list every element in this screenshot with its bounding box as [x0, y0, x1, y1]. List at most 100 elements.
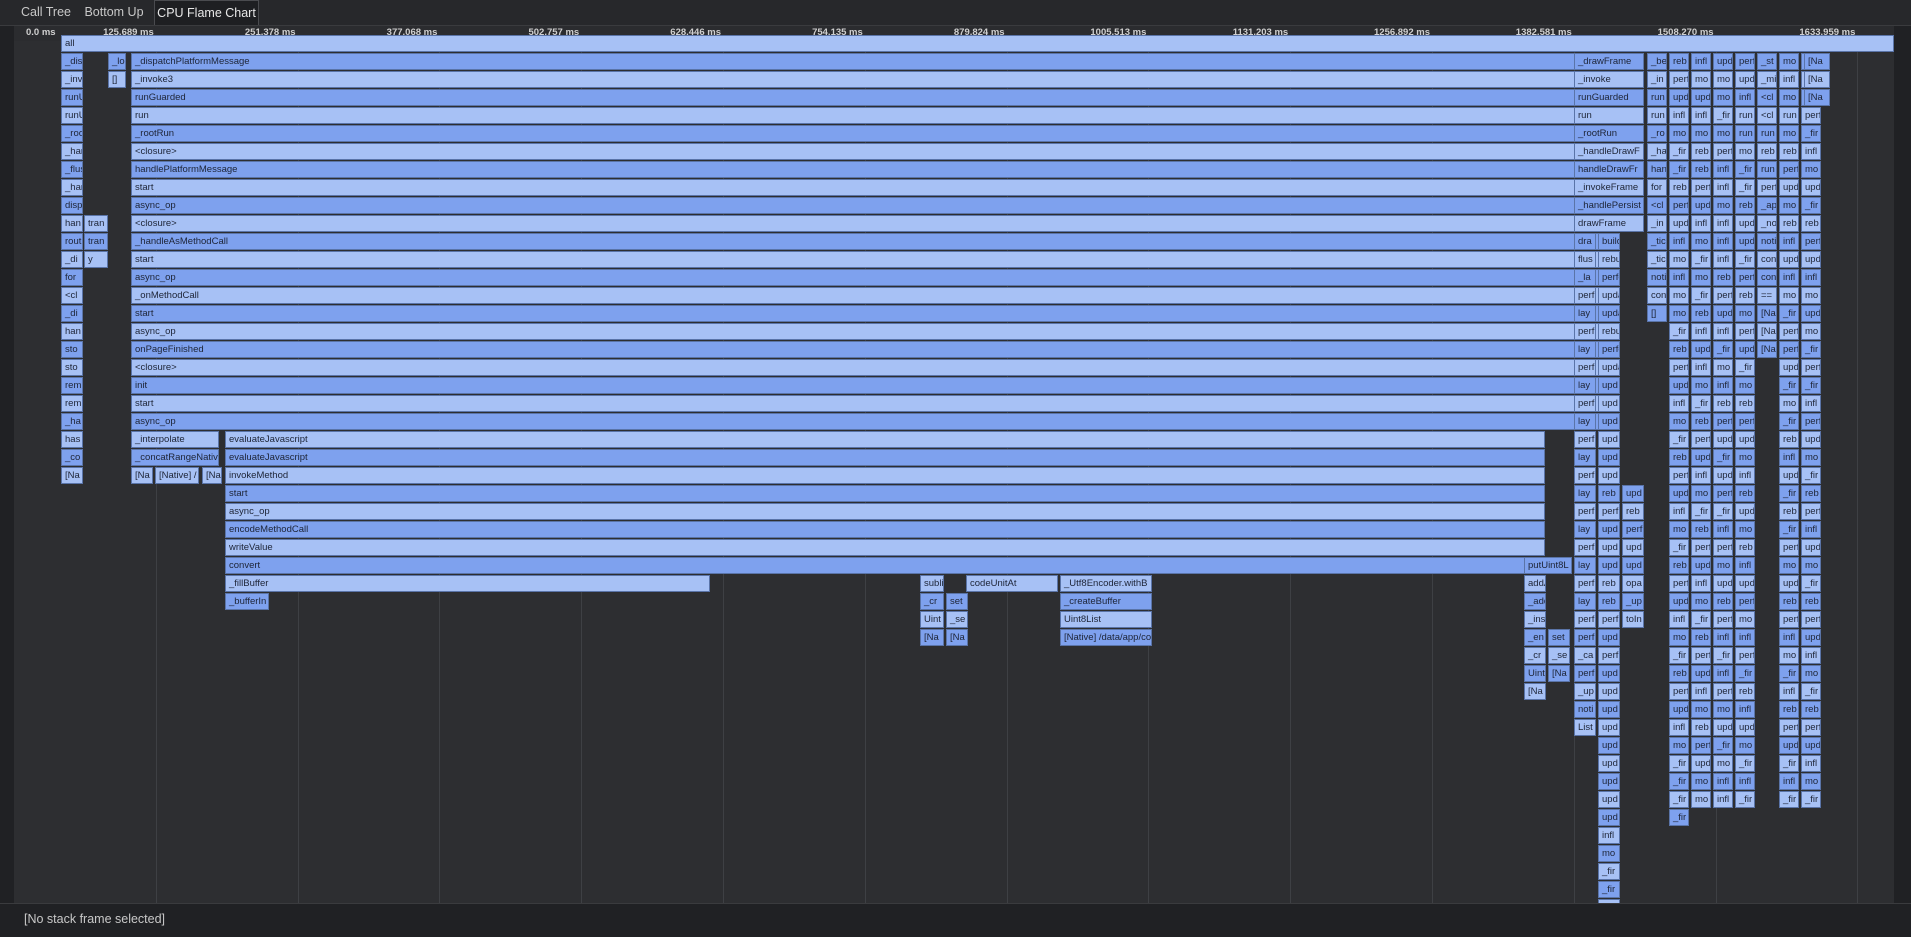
stack-frame[interactable]: reb	[1801, 485, 1821, 502]
stack-frame[interactable]: sublist	[920, 575, 944, 592]
stack-frame[interactable]: tran	[84, 215, 108, 232]
stack-frame[interactable]: reb	[1669, 341, 1689, 358]
tab-call-tree[interactable]: Call Tree	[16, 0, 76, 25]
stack-frame[interactable]: mo	[1691, 377, 1711, 394]
stack-frame[interactable]: _fir	[1779, 377, 1799, 394]
stack-frame[interactable]: start	[131, 305, 1611, 322]
stack-frame[interactable]: handleDrawFr	[1574, 161, 1644, 178]
stack-frame[interactable]: mo	[1691, 269, 1711, 286]
stack-frame[interactable]: Uint8List	[1060, 611, 1152, 628]
stack-frame[interactable]: _fir	[1691, 503, 1711, 520]
stack-frame[interactable]: _tic	[1647, 233, 1667, 250]
stack-frame[interactable]: reb	[1622, 503, 1644, 520]
stack-frame[interactable]: <cl	[1757, 107, 1777, 124]
stack-frame[interactable]: evaluateJavascript	[225, 449, 1545, 466]
stack-frame[interactable]: infl	[1801, 143, 1821, 160]
stack-frame[interactable]: perf	[1598, 647, 1620, 664]
stack-frame[interactable]: upd	[1713, 467, 1733, 484]
stack-frame[interactable]: upd	[1801, 431, 1821, 448]
stack-frame[interactable]: upd	[1691, 197, 1711, 214]
stack-frame[interactable]: handlePlatformMessage	[131, 161, 1611, 178]
stack-frame[interactable]: upd	[1598, 737, 1620, 754]
stack-frame[interactable]: reb	[1735, 287, 1755, 304]
stack-frame[interactable]: upd	[1735, 719, 1755, 736]
stack-frame[interactable]: async_op	[131, 323, 1611, 340]
stack-frame[interactable]: upd	[1779, 179, 1799, 196]
stack-frame[interactable]: run	[1574, 107, 1644, 124]
stack-frame[interactable]: infl	[1735, 701, 1755, 718]
stack-frame[interactable]: upd	[1691, 665, 1711, 682]
stack-frame[interactable]: _st	[1757, 53, 1777, 70]
stack-frame[interactable]: upd	[1669, 485, 1689, 502]
stack-frame[interactable]: infl	[1713, 251, 1733, 268]
stack-frame[interactable]: infl	[1713, 665, 1733, 682]
stack-frame[interactable]: perf	[1779, 719, 1799, 736]
stack-frame[interactable]: upd	[1598, 791, 1620, 808]
stack-frame[interactable]: _fir	[1669, 755, 1689, 772]
stack-frame[interactable]: _fir	[1801, 197, 1821, 214]
stack-frame[interactable]: mo	[1713, 125, 1733, 142]
stack-frame[interactable]: _invoke1	[61, 71, 83, 88]
stack-frame[interactable]: _in	[1647, 215, 1667, 232]
stack-frame[interactable]: infl	[1779, 269, 1799, 286]
stack-frame[interactable]: perf	[1574, 323, 1596, 340]
stack-frame[interactable]: <cl	[1757, 89, 1777, 106]
stack-frame[interactable]: async_op	[131, 197, 1611, 214]
stack-frame[interactable]: _rootRun	[1574, 125, 1644, 142]
stack-frame[interactable]: perf	[1574, 539, 1596, 556]
stack-frame[interactable]: infl	[1801, 647, 1821, 664]
stack-frame[interactable]: perf	[1669, 683, 1689, 700]
stack-frame[interactable]: upd	[1735, 71, 1755, 88]
stack-frame[interactable]: mo	[1713, 557, 1733, 574]
stack-frame[interactable]: updateC	[1598, 359, 1620, 376]
stack-frame[interactable]: addAll	[1524, 575, 1546, 592]
stack-frame[interactable]: updateC	[1598, 287, 1620, 304]
stack-frame[interactable]: mo	[1669, 413, 1689, 430]
stack-frame[interactable]: set	[946, 593, 968, 610]
stack-frame[interactable]: mo	[1691, 773, 1711, 790]
stack-frame[interactable]: upd	[1779, 575, 1799, 592]
stack-frame[interactable]: _handleDrawF	[1574, 143, 1644, 160]
stack-frame[interactable]: reb	[1691, 719, 1711, 736]
stack-frame[interactable]: infl	[1713, 773, 1733, 790]
stack-frame[interactable]: perf	[1713, 539, 1733, 556]
stack-frame[interactable]: upd	[1691, 755, 1711, 772]
stack-frame[interactable]: infl	[1691, 53, 1711, 70]
stack-frame[interactable]: _fir	[1779, 305, 1799, 322]
stack-frame[interactable]: mo	[1669, 305, 1689, 322]
stack-frame[interactable]: rem	[61, 395, 83, 412]
stack-frame[interactable]: infl	[1691, 359, 1711, 376]
stack-frame[interactable]: rem	[61, 377, 83, 394]
stack-frame[interactable]: runGuarded	[1574, 89, 1644, 106]
stack-frame[interactable]: infl	[1713, 521, 1733, 538]
stack-frame[interactable]: reb	[1598, 485, 1620, 502]
stack-frame[interactable]: infl	[1779, 449, 1799, 466]
stack-frame[interactable]: rebuild	[1598, 251, 1620, 268]
stack-frame[interactable]: [Na	[61, 467, 83, 484]
stack-frame[interactable]: perf	[1574, 629, 1596, 646]
stack-frame[interactable]: opa	[1622, 575, 1644, 592]
stack-frame[interactable]: runGuarded	[131, 89, 1611, 106]
stack-frame[interactable]: _fir	[1669, 143, 1689, 160]
stack-frame[interactable]: _invokeFrame	[1574, 179, 1644, 196]
stack-frame[interactable]: perf	[1669, 467, 1689, 484]
stack-frame[interactable]: y	[84, 251, 108, 268]
stack-frame[interactable]: writeValue	[225, 539, 1545, 556]
stack-frame[interactable]: _up	[1622, 593, 1644, 610]
stack-frame[interactable]: upd	[1598, 809, 1620, 826]
stack-frame[interactable]: perf	[1779, 161, 1799, 178]
stack-frame[interactable]: upd	[1801, 539, 1821, 556]
stack-frame[interactable]: <closure>	[131, 143, 1611, 160]
stack-frame[interactable]: rout	[61, 233, 83, 250]
stack-frame[interactable]: _se	[1548, 647, 1570, 664]
stack-frame[interactable]: mo	[1779, 287, 1799, 304]
stack-frame[interactable]: _fir	[1713, 341, 1733, 358]
stack-frame[interactable]: infl	[1713, 629, 1733, 646]
tab-bottom-up[interactable]: Bottom Up	[82, 0, 146, 25]
stack-frame[interactable]: perf	[1691, 539, 1711, 556]
stack-frame[interactable]: mo	[1801, 449, 1821, 466]
stack-frame[interactable]: start	[131, 395, 1611, 412]
stack-frame[interactable]: perf	[1713, 143, 1733, 160]
stack-frame[interactable]: reb	[1735, 395, 1755, 412]
stack-frame[interactable]: _fir	[1735, 665, 1755, 682]
